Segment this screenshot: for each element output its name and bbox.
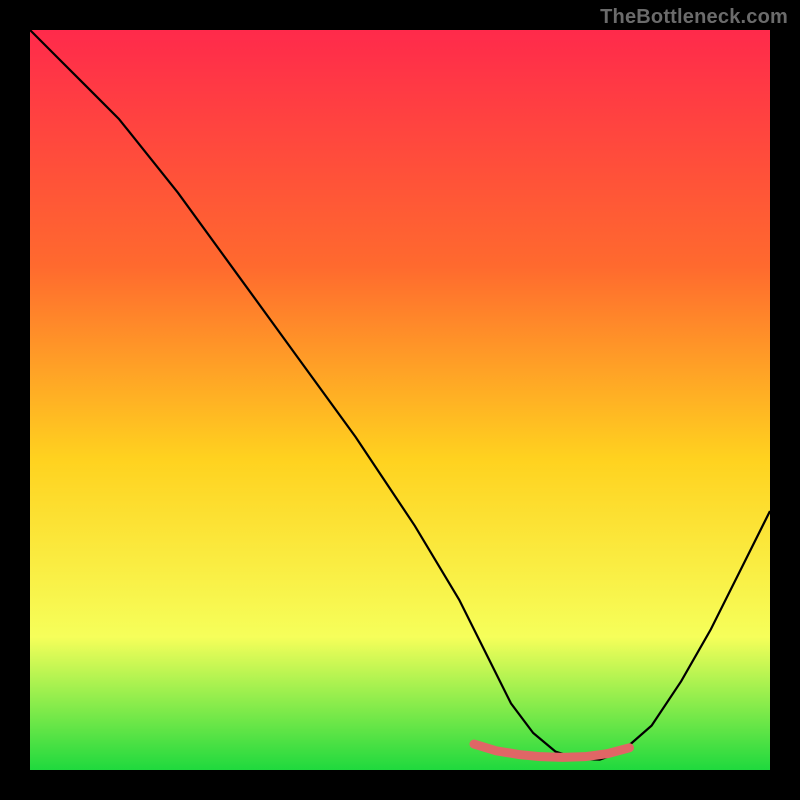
chart-svg [30,30,770,770]
plot-area [30,30,770,770]
chart-container: TheBottleneck.com [0,0,800,800]
watermark-text: TheBottleneck.com [600,6,788,29]
gradient-background [30,30,770,770]
